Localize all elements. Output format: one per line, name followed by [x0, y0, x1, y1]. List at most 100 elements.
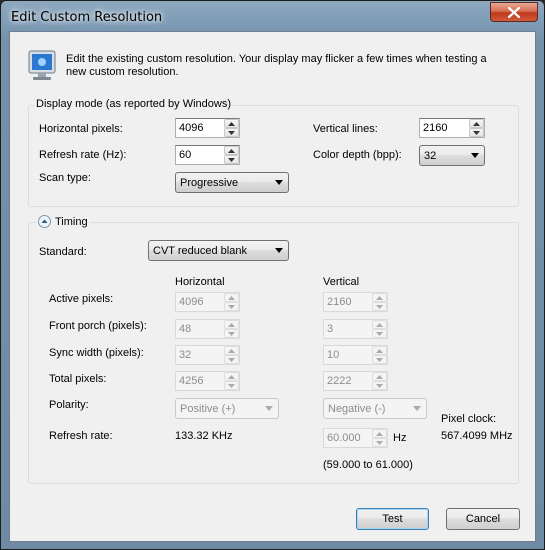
sync-width-h-value: 32: [179, 349, 192, 361]
front-porch-h-spinner[interactable]: 48: [175, 319, 240, 339]
timing-header[interactable]: Timing: [36, 215, 90, 228]
chevron-up-icon: [376, 374, 383, 379]
spin-up-button[interactable]: [372, 346, 387, 355]
spin-down-button[interactable]: [372, 329, 387, 338]
total-pixels-v-spinner[interactable]: 2222: [323, 371, 388, 391]
spin-up-button[interactable]: [224, 346, 239, 355]
close-button[interactable]: [490, 2, 538, 22]
spin-up-button[interactable]: [372, 429, 387, 438]
spin-down-button[interactable]: [372, 355, 387, 364]
chevron-up-icon: [376, 348, 383, 353]
sync-width-v-value: 10: [327, 349, 340, 361]
sync-width-label: Sync width (pixels):: [49, 347, 144, 359]
chevron-down-icon: [471, 153, 479, 158]
active-pixels-label: Active pixels:: [49, 293, 114, 305]
spin-up-button[interactable]: [372, 320, 387, 329]
spin-up-button[interactable]: [224, 372, 239, 381]
spin-down-button[interactable]: [224, 355, 239, 364]
chevron-down-icon: [228, 383, 235, 388]
chevron-up-icon: [473, 121, 480, 126]
polarity-h-select[interactable]: Positive (+): [175, 398, 279, 419]
total-pixels-h-spinner[interactable]: 4256: [175, 371, 240, 391]
scan-type-label: Scan type:: [39, 172, 91, 184]
chevron-down-icon: [275, 180, 283, 185]
spin-down-button[interactable]: [372, 302, 387, 311]
spin-down-button[interactable]: [224, 329, 239, 338]
active-pixels-h-spinner[interactable]: 4096: [175, 292, 240, 312]
chevron-down-icon: [376, 357, 383, 362]
front-porch-v-spinner[interactable]: 3: [323, 319, 388, 339]
horizontal-pixels-spinner[interactable]: 4096: [175, 118, 240, 138]
polarity-v-select[interactable]: Negative (-): [323, 398, 427, 419]
front-porch-h-value: 48: [179, 323, 192, 335]
spin-up-button[interactable]: [224, 119, 239, 128]
front-porch-v-value: 3: [327, 323, 334, 335]
spin-down-button[interactable]: [224, 155, 239, 164]
chevron-down-icon: [228, 331, 235, 336]
chevron-down-icon: [376, 331, 383, 336]
spin-down-button[interactable]: [372, 438, 387, 447]
spin-down-button[interactable]: [224, 381, 239, 390]
chevron-down-icon: [376, 304, 383, 309]
front-porch-label: Front porch (pixels):: [49, 320, 147, 332]
horizontal-pixels-value: 4096: [179, 122, 204, 134]
dialog-window: Edit Custom Resolution Edit the existing…: [0, 0, 545, 550]
timing-refresh-label: Refresh rate:: [49, 430, 113, 442]
horizontal-header: Horizontal: [175, 276, 225, 288]
total-pixels-h-value: 4256: [179, 375, 204, 387]
chevron-down-icon: [275, 248, 283, 253]
standard-label: Standard:: [39, 246, 87, 258]
spin-down-button[interactable]: [469, 128, 484, 137]
test-button[interactable]: Test: [356, 508, 429, 530]
sync-width-v-spinner[interactable]: 10: [323, 345, 388, 365]
vertical-lines-spinner[interactable]: 2160: [419, 118, 485, 138]
chevron-up-icon: [228, 322, 235, 327]
active-pixels-v-spinner[interactable]: 2160: [323, 292, 388, 312]
collapse-icon[interactable]: [38, 215, 51, 228]
pixel-clock-label: Pixel clock:: [441, 413, 497, 425]
refresh-rate-label: Refresh rate (Hz):: [39, 149, 127, 161]
spin-up-button[interactable]: [224, 146, 239, 155]
total-pixels-label: Total pixels:: [49, 373, 107, 385]
polarity-label: Polarity:: [49, 399, 89, 411]
dialog-client-area: Edit the existing custom resolution. You…: [9, 31, 536, 542]
color-depth-select[interactable]: 32: [419, 145, 485, 166]
chevron-up-icon: [376, 431, 383, 436]
active-pixels-v-value: 2160: [327, 296, 352, 308]
spin-down-button[interactable]: [372, 381, 387, 390]
spin-down-button[interactable]: [224, 302, 239, 311]
pixel-clock-value: 567.4099 MHz: [441, 430, 513, 442]
chevron-down-icon: [376, 383, 383, 388]
window-title: Edit Custom Resolution: [11, 10, 163, 25]
timing-title: Timing: [55, 215, 88, 228]
spin-down-button[interactable]: [224, 128, 239, 137]
chevron-up-icon: [376, 295, 383, 300]
spin-up-button[interactable]: [224, 293, 239, 302]
spin-up-button[interactable]: [372, 293, 387, 302]
scan-type-select[interactable]: Progressive: [175, 172, 289, 193]
refresh-v-unit: Hz: [393, 432, 407, 444]
title-bar[interactable]: Edit Custom Resolution: [1, 1, 544, 31]
color-depth-value: 32: [424, 150, 437, 162]
cancel-button[interactable]: Cancel: [446, 508, 520, 530]
chevron-up-icon: [228, 348, 235, 353]
polarity-h-value: Positive (+): [180, 403, 236, 415]
chevron-up-icon: [376, 322, 383, 327]
chevron-down-icon: [473, 130, 480, 135]
monitor-icon: [28, 50, 56, 82]
chevron-up-icon: [228, 148, 235, 153]
refresh-rate-value: 60: [179, 149, 192, 161]
spin-up-button[interactable]: [224, 320, 239, 329]
chevron-up-icon: [228, 374, 235, 379]
refresh-rate-spinner[interactable]: 60: [175, 145, 240, 165]
refresh-v-spinner[interactable]: 60.000: [323, 428, 388, 448]
chevron-up-icon: [228, 121, 235, 126]
chevron-down-icon: [228, 130, 235, 135]
sync-width-h-spinner[interactable]: 32: [175, 345, 240, 365]
spin-up-button[interactable]: [372, 372, 387, 381]
standard-select[interactable]: CVT reduced blank: [148, 240, 289, 261]
scan-type-value: Progressive: [180, 177, 239, 189]
spin-up-button[interactable]: [469, 119, 484, 128]
vertical-header: Vertical: [323, 276, 360, 288]
color-depth-label: Color depth (bpp):: [313, 149, 402, 161]
